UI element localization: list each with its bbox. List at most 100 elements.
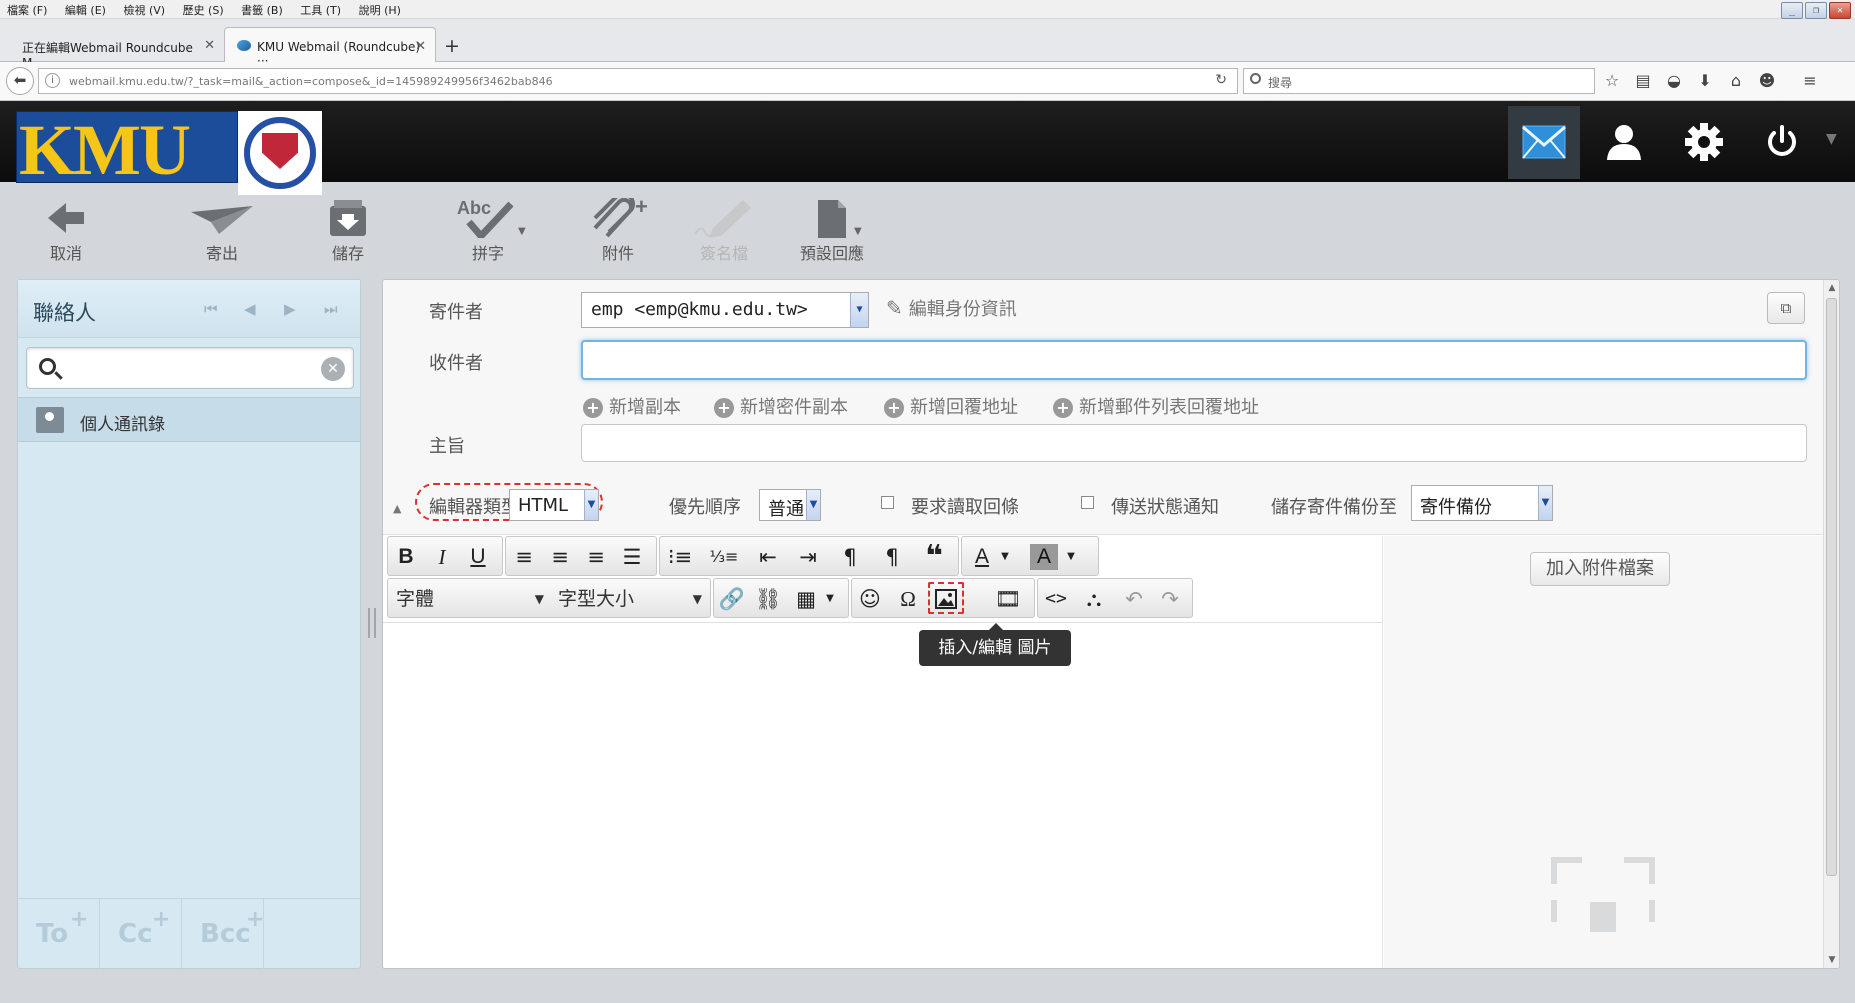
close-tab-icon[interactable]: ✕ — [204, 38, 215, 53]
menu-bookmarks[interactable]: 書籤 (B) — [234, 0, 290, 20]
addressbook-item[interactable]: 個人通訊錄 — [18, 397, 360, 442]
compose-scrollbar[interactable]: ▲ ▼ — [1823, 280, 1839, 968]
bookmark-star-icon[interactable]: ☆ — [1600, 70, 1624, 92]
unlink-icon[interactable]: ⛓ — [752, 584, 784, 614]
outdent-icon[interactable]: ⇤ — [752, 542, 784, 572]
chevron-down-icon[interactable]: ▼ — [996, 542, 1014, 572]
chevron-down-icon[interactable]: ▼ — [854, 226, 862, 237]
from-select[interactable]: emp <emp@kmu.edu.tw> ▼ — [581, 292, 869, 328]
spellcheck-button[interactable]: Abc 拼字 ▼ — [452, 198, 526, 264]
font-family-select[interactable]: 字體 ▼ — [396, 584, 548, 614]
align-right-icon[interactable]: ≡ — [580, 542, 612, 572]
close-tab-icon[interactable]: ✕ — [415, 39, 426, 54]
blockquote-icon[interactable]: ❝ — [918, 542, 950, 572]
signature-button[interactable]: 簽名檔 — [688, 198, 760, 264]
clear-search-icon[interactable]: ✕ — [321, 357, 345, 381]
chat-icon[interactable]: ☻ — [1755, 70, 1779, 92]
attach-toolbar-button[interactable]: + 附件 — [582, 198, 654, 264]
nav-mail-button[interactable] — [1508, 106, 1580, 179]
add-cc-button[interactable]: Cc + — [100, 899, 182, 969]
underline-icon[interactable]: U — [462, 542, 494, 572]
scroll-up-icon[interactable]: ▲ — [1825, 280, 1839, 296]
new-tab-button[interactable]: + — [444, 35, 460, 57]
media-icon[interactable]: 🎞 — [992, 584, 1024, 614]
add-bcc-link[interactable]: + 新增密件副本 — [714, 393, 848, 419]
special-char-icon[interactable]: Ω — [892, 584, 924, 614]
chevron-down-icon[interactable]: ▼ — [1062, 542, 1080, 572]
menu-edit[interactable]: 編輯 (E) — [58, 0, 113, 20]
chevron-down-icon[interactable]: ▼ — [820, 584, 840, 614]
reload-icon[interactable]: ↻ — [1215, 72, 1227, 88]
priority-select[interactable]: 普通 ▼ — [759, 489, 821, 521]
scroll-down-icon[interactable]: ▼ — [1825, 952, 1839, 968]
nav-logout-button[interactable] — [1746, 106, 1818, 179]
link-icon[interactable]: 🔗 — [716, 584, 748, 614]
kmu-logo[interactable]: KMU — [16, 111, 238, 186]
collapse-options-icon[interactable]: ▲ — [393, 502, 401, 515]
responses-button[interactable]: 預設回應 ▼ — [796, 198, 868, 264]
home-icon[interactable]: ⌂ — [1724, 70, 1748, 92]
menu-help[interactable]: 說明 (H) — [352, 0, 408, 20]
text-color-icon[interactable]: A — [966, 542, 998, 572]
scroll-thumb[interactable] — [1826, 298, 1837, 876]
menu-file[interactable]: 檔案 (F) — [0, 0, 54, 20]
save-button[interactable]: 儲存 — [312, 198, 384, 264]
browser-tab[interactable]: 正在編輯Webmail Roundcube M··· ✕ — [10, 27, 224, 70]
restore-button[interactable]: ❐ — [1805, 2, 1827, 19]
last-page-icon[interactable]: ⏭ — [324, 300, 338, 318]
align-left-icon[interactable]: ≡ — [508, 542, 540, 572]
add-to-button[interactable]: To + — [18, 899, 100, 969]
rtl-icon[interactable]: ¶ — [876, 542, 908, 572]
popout-window-button[interactable]: ⧉ — [1767, 292, 1805, 324]
subject-input[interactable] — [581, 424, 1807, 462]
chevron-down-icon[interactable]: ▼ — [1826, 131, 1837, 147]
url-bar[interactable]: i webmail.kmu.edu.tw/?_task=mail&_action… — [38, 68, 1238, 94]
numbered-list-icon[interactable]: ⅓≡ — [708, 542, 740, 572]
contact-search-input[interactable]: ✕ — [26, 347, 354, 389]
menu-history[interactable]: 歷史 (S) — [176, 0, 231, 20]
prev-page-icon[interactable]: ◀ — [244, 300, 256, 318]
emoticon-icon[interactable]: ☺ — [854, 584, 886, 614]
add-replyto-link[interactable]: + 新增回覆地址 — [884, 393, 1018, 419]
menu-tools[interactable]: 工具 (T) — [293, 0, 348, 20]
info-icon[interactable]: i — [45, 73, 60, 88]
background-color-icon[interactable]: A — [1030, 544, 1058, 570]
insert-image-button[interactable] — [928, 582, 964, 614]
dsn-checkbox[interactable] — [1081, 496, 1094, 509]
ltr-icon[interactable]: ¶ — [834, 542, 866, 572]
minimize-button[interactable]: _ — [1781, 2, 1803, 19]
bold-icon[interactable]: B — [390, 542, 422, 572]
reading-list-icon[interactable]: ▤ — [1631, 70, 1655, 92]
indent-icon[interactable]: ⇥ — [792, 542, 824, 572]
undo-icon[interactable]: ↶ — [1118, 584, 1150, 614]
savecopy-select[interactable]: 寄件備份 ▼ — [1411, 485, 1553, 521]
search-bar[interactable]: 搜尋 — [1243, 68, 1595, 94]
editor-body[interactable] — [383, 622, 1383, 968]
hamburger-menu-icon[interactable]: ≡ — [1798, 70, 1822, 92]
add-followupto-link[interactable]: + 新增郵件列表回覆地址 — [1053, 393, 1259, 419]
first-page-icon[interactable]: ⏮ — [204, 300, 218, 318]
cancel-button[interactable]: 取消 — [30, 198, 102, 264]
nav-settings-button[interactable] — [1668, 106, 1740, 179]
send-button[interactable]: 寄出 — [186, 198, 258, 264]
editor-type-select[interactable]: HTML ▼ — [509, 489, 599, 521]
edit-identity-link[interactable]: ✎ 編輯身份資訊 — [886, 295, 1017, 321]
next-page-icon[interactable]: ▶ — [284, 300, 296, 318]
bullet-list-icon[interactable]: ⁝≡ — [664, 542, 696, 572]
panel-splitter[interactable] — [368, 608, 376, 638]
back-button[interactable]: ⬅ — [6, 67, 34, 95]
add-bcc-button[interactable]: Bcc + — [182, 899, 264, 969]
find-replace-icon[interactable]: ⛬ — [1078, 584, 1110, 614]
chevron-down-icon[interactable]: ▼ — [518, 226, 526, 237]
close-window-button[interactable]: ✕ — [1829, 2, 1851, 19]
nav-contacts-button[interactable] — [1588, 106, 1660, 179]
download-icon[interactable]: ⬇ — [1693, 70, 1717, 92]
menu-view[interactable]: 檢視 (V) — [116, 0, 172, 20]
source-code-icon[interactable]: <> — [1040, 584, 1072, 614]
table-icon[interactable]: ▦ — [790, 584, 822, 614]
align-center-icon[interactable]: ≡ — [544, 542, 576, 572]
browser-tab-active[interactable]: KMU Webmail (Roundcube) ··· ✕ — [224, 27, 436, 68]
redo-icon[interactable]: ↷ — [1154, 584, 1186, 614]
font-size-select[interactable]: 字型大小 ▼ — [558, 584, 706, 614]
align-justify-icon[interactable]: ☰ — [616, 542, 648, 572]
